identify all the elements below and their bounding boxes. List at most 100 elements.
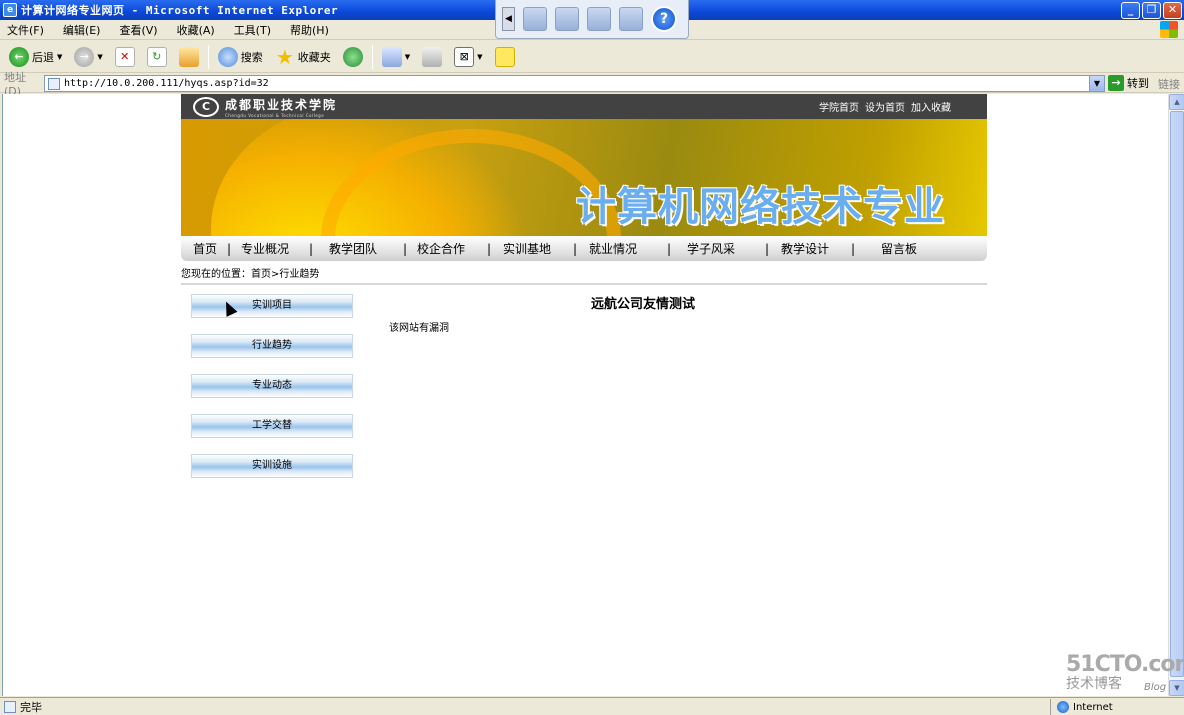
side-menu: 实训项目 行业趋势 专业动态 工学交替 实训设施 xyxy=(191,294,353,494)
go-button[interactable]: → 转到 xyxy=(1108,75,1149,91)
back-button[interactable]: ← 后退 ▼ xyxy=(6,44,65,70)
back-arrow-icon: ← xyxy=(9,46,29,67)
vertical-scrollbar[interactable]: ▲ ▼ xyxy=(1168,94,1184,696)
favorites-button[interactable]: ★ 收藏夹 xyxy=(272,44,334,70)
nav-home[interactable]: 首页 xyxy=(193,240,227,257)
windows-logo-icon xyxy=(1160,21,1178,38)
scroll-up-icon[interactable]: ▲ xyxy=(1169,94,1184,110)
print-icon xyxy=(422,46,443,67)
window-controls: _ ❐ ✕ xyxy=(1121,2,1182,19)
college-name-cn: 成都职业技术学院 xyxy=(225,97,338,112)
nav-divider: | xyxy=(227,241,232,256)
forward-button[interactable]: → ▼ xyxy=(71,44,105,70)
side-menu-news[interactable]: 专业动态 xyxy=(191,374,353,398)
forward-dropdown-icon[interactable]: ▼ xyxy=(97,53,102,61)
menu-file[interactable]: 文件(F) xyxy=(7,22,44,38)
address-dropdown-icon[interactable]: ▼ xyxy=(1089,76,1104,91)
menu-favorites[interactable]: 收藏(A) xyxy=(177,22,215,38)
side-menu-facilities[interactable]: 实训设施 xyxy=(191,454,353,478)
address-url: http://10.0.200.111/hyqs.asp?id=32 xyxy=(64,78,269,89)
college-name-en: Chengdu Vocational & Technical College xyxy=(225,112,325,118)
toolbar-separator xyxy=(207,44,209,69)
menu-help[interactable]: 帮助(H) xyxy=(290,22,329,38)
refresh-icon: ↻ xyxy=(146,46,167,67)
article-title: 远航公司友情测试 xyxy=(591,297,696,312)
header-links: 学院首页 设为首页 加入收藏 xyxy=(819,99,951,114)
stop-button[interactable]: ✕ xyxy=(112,44,138,70)
edit-dropdown-icon[interactable]: ▼ xyxy=(477,53,482,61)
mail-button[interactable]: ▼ xyxy=(379,44,413,70)
nav-employment[interactable]: 就业情况 xyxy=(589,240,667,257)
banner: 计算机网络技术专业 xyxy=(181,119,987,236)
star-icon: ★ xyxy=(275,44,294,69)
back-dropdown-icon[interactable]: ▼ xyxy=(57,53,62,61)
menu-edit[interactable]: 编辑(E) xyxy=(63,22,101,38)
watermark: 51CTO.com 技术博客 Blog xyxy=(1066,652,1184,693)
nav-divider: | xyxy=(309,241,314,256)
toolbar: ← 后退 ▼ → ▼ ✕ ↻ 搜索 ★ 收藏夹 ▼ ⊠ ▼ xyxy=(0,41,1184,73)
nav-guestbook[interactable]: 留言板 xyxy=(881,240,937,257)
search-icon xyxy=(217,46,238,67)
mail-dropdown-icon[interactable]: ▼ xyxy=(405,53,410,61)
favorites-label: 收藏夹 xyxy=(297,50,331,64)
menu-bar: 文件(F) 编辑(E) 查看(V) 收藏(A) 工具(T) 帮助(H) xyxy=(0,20,1184,40)
page-viewport: C 成都职业技术学院 Chengdu Vocational & Technica… xyxy=(2,94,1168,696)
set-homepage-link[interactable]: 设为首页 xyxy=(865,99,905,114)
forward-arrow-icon: → xyxy=(74,46,95,67)
add-favorite-link[interactable]: 加入收藏 xyxy=(911,99,951,114)
nav-divider: | xyxy=(487,241,492,256)
page-icon xyxy=(48,77,60,90)
side-menu-training-projects[interactable]: 实训项目 xyxy=(191,294,353,318)
menu-tools[interactable]: 工具(T) xyxy=(234,22,271,38)
nav-overview[interactable]: 专业概况 xyxy=(241,240,309,257)
side-menu-industry-trends[interactable]: 行业趋势 xyxy=(191,334,353,358)
page-status-icon xyxy=(4,700,16,713)
edit-button[interactable]: ⊠ ▼ xyxy=(451,44,485,70)
side-menu-work-study[interactable]: 工学交替 xyxy=(191,414,353,438)
go-arrow-icon: → xyxy=(1108,75,1124,91)
menu-view[interactable]: 查看(V) xyxy=(119,22,157,38)
status-text: 完毕 xyxy=(20,700,42,714)
nav-students[interactable]: 学子风采 xyxy=(687,240,765,257)
scroll-thumb[interactable] xyxy=(1170,111,1184,677)
stop-icon: ✕ xyxy=(114,46,135,67)
home-icon xyxy=(178,46,199,67)
zone-label: Internet xyxy=(1073,701,1113,713)
edit-icon: ⊠ xyxy=(454,46,475,67)
nav-divider: | xyxy=(667,241,672,256)
nav-teaching-team[interactable]: 教学团队 xyxy=(329,240,403,257)
note-icon xyxy=(494,46,515,67)
ie-icon: e xyxy=(3,3,17,17)
nav-training-base[interactable]: 实训基地 xyxy=(503,240,573,257)
nav-teaching-design[interactable]: 教学设计 xyxy=(781,240,851,257)
window-title: 计算计网络专业网页 - Microsoft Internet Explorer xyxy=(21,4,339,17)
refresh-button[interactable]: ↻ xyxy=(144,44,170,70)
address-input[interactable]: http://10.0.200.111/hyqs.asp?id=32 ▼ xyxy=(44,75,1105,92)
watermark-blog: Blog xyxy=(1144,682,1167,693)
mail-icon xyxy=(381,46,402,67)
print-button[interactable] xyxy=(419,44,445,70)
maximize-button[interactable]: ❐ xyxy=(1142,2,1161,19)
banner-title: 计算机网络技术专业 xyxy=(576,184,945,230)
close-button[interactable]: ✕ xyxy=(1163,2,1182,19)
nav-divider: | xyxy=(573,241,578,256)
search-label: 搜索 xyxy=(240,50,263,64)
nav-divider: | xyxy=(403,241,408,256)
globe-icon xyxy=(1057,701,1069,713)
links-button[interactable]: 链接 xyxy=(1158,76,1180,92)
history-button[interactable] xyxy=(340,44,366,70)
minimize-button[interactable]: _ xyxy=(1121,2,1140,19)
security-zone: Internet xyxy=(1050,699,1113,715)
history-icon xyxy=(342,46,363,67)
college-home-link[interactable]: 学院首页 xyxy=(819,99,859,114)
search-button[interactable]: 搜索 xyxy=(215,44,266,70)
article-body: 该网站有漏洞 xyxy=(389,323,449,334)
college-logo[interactable]: C 成都职业技术学院 Chengdu Vocational & Technica… xyxy=(193,96,337,118)
nav-cooperation[interactable]: 校企合作 xyxy=(417,240,487,257)
status-bar: 完毕 Internet xyxy=(0,697,1184,715)
breadcrumb: 您现在的位置：首页>行业趋势 xyxy=(181,261,987,285)
notes-button[interactable] xyxy=(492,44,518,70)
main-nav: 首页 | 专业概况 | 教学团队 | 校企合作 | 实训基地 | 就业情况 | … xyxy=(181,236,987,261)
home-button[interactable] xyxy=(176,44,202,70)
site-header: C 成都职业技术学院 Chengdu Vocational & Technica… xyxy=(181,94,987,119)
